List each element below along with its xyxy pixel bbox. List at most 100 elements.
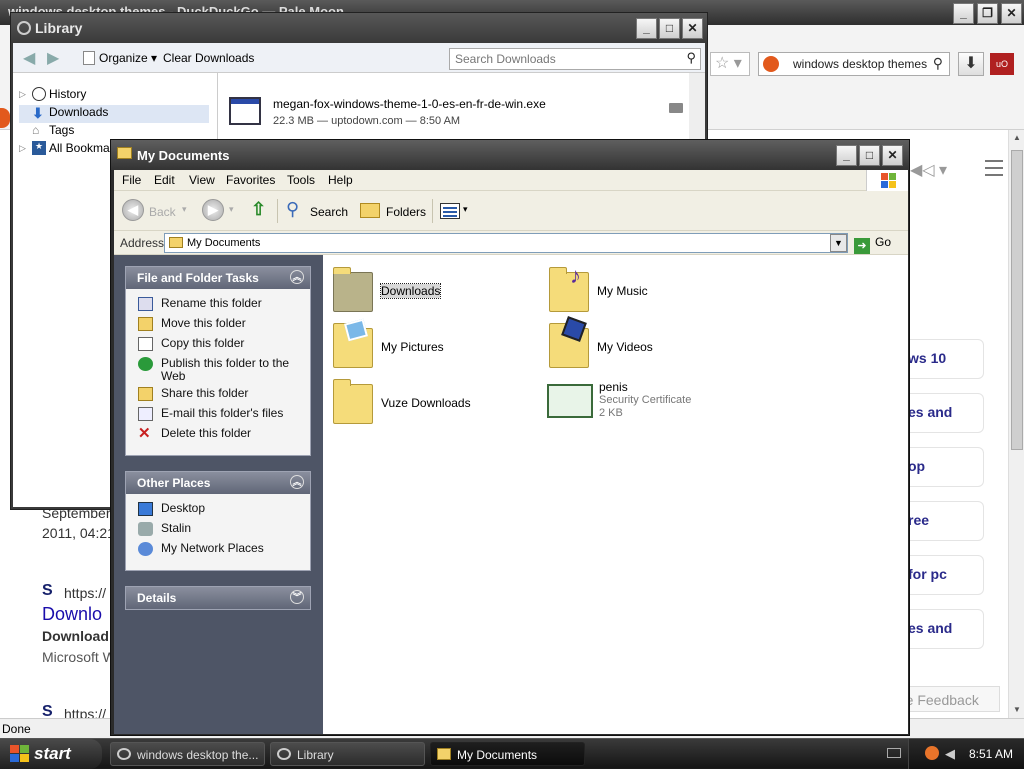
back-dropdown-icon[interactable]: ▾	[182, 204, 187, 215]
tree-item-downloads[interactable]: ⬇ Downloads	[19, 105, 209, 123]
scroll-thumb[interactable]	[1011, 150, 1023, 450]
avast-icon[interactable]	[925, 746, 939, 760]
web-result-card[interactable]: ree	[908, 501, 984, 541]
hamburger-menu-icon[interactable]	[985, 160, 1003, 176]
task-copy-folder[interactable]: Copy this folder	[126, 335, 310, 355]
collapse-chevron-icon[interactable]: ︽	[290, 270, 304, 284]
result-link[interactable]: Downlo	[42, 604, 102, 625]
folders-icon[interactable]	[360, 203, 380, 218]
bookmark-star-icon[interactable]: ☆ ▾	[710, 52, 750, 76]
scroll-down-icon[interactable]: ▼	[1009, 702, 1024, 718]
forward-arrow-icon[interactable]: ▶	[47, 48, 59, 68]
volume-icon[interactable]: ◀	[945, 746, 955, 762]
browser-minimize-button[interactable]: _	[953, 3, 974, 24]
folder-item-my-music[interactable]: ♪ My Music	[549, 263, 759, 320]
expand-chevron-icon[interactable]: ︾	[290, 590, 304, 604]
ublock-icon[interactable]: uO	[990, 53, 1014, 75]
back-arrow-icon[interactable]: ◀	[23, 48, 35, 68]
desktop-icon	[138, 502, 153, 516]
library-search-input[interactable]: Search Downloads ⚲	[449, 48, 701, 70]
place-network[interactable]: My Network Places	[126, 540, 310, 560]
file-item-certificate[interactable]: penis Security Certificate 2 KB	[547, 380, 757, 440]
browser-maximize-button[interactable]: ❐	[977, 3, 998, 24]
taskbar-button-my-documents[interactable]: My Documents	[430, 742, 585, 766]
maximize-button[interactable]: □	[859, 145, 880, 166]
folder-item-vuze-downloads[interactable]: Vuze Downloads	[333, 379, 543, 432]
browser-scrollbar[interactable]: ▲ ▼	[1008, 130, 1024, 718]
download-icon[interactable]: ⬇	[958, 52, 984, 76]
collapse-chevron-icon[interactable]: ︽	[290, 475, 304, 489]
views-icon[interactable]	[440, 203, 460, 219]
details-header[interactable]: Details ︾	[126, 587, 310, 609]
web-result-card[interactable]: es and	[908, 393, 984, 433]
folder-item-downloads[interactable]: Downloads	[333, 267, 543, 320]
address-dropdown-icon[interactable]: ▼	[830, 234, 847, 252]
views-dropdown-icon[interactable]: ▾	[463, 204, 468, 215]
task-move-folder[interactable]: Move this folder	[126, 315, 310, 335]
library-maximize-button[interactable]: □	[659, 18, 680, 39]
address-field[interactable]: My Documents	[164, 233, 848, 253]
library-minimize-button[interactable]: _	[636, 18, 657, 39]
place-desktop[interactable]: Desktop	[126, 500, 310, 520]
other-places-header[interactable]: Other Places ︽	[126, 472, 310, 494]
forward-dropdown-icon[interactable]: ▾	[229, 204, 234, 215]
task-email-files[interactable]: E-mail this folder's files	[126, 405, 310, 425]
menu-file[interactable]: File	[122, 173, 141, 187]
scroll-up-icon[interactable]: ▲	[1009, 130, 1024, 146]
result-url[interactable]: https://	[64, 585, 106, 601]
start-button[interactable]: start	[0, 739, 102, 769]
library-close-button[interactable]: ✕	[682, 18, 703, 39]
pale-moon-icon	[277, 748, 291, 760]
file-folder-tasks-header[interactable]: File and Folder Tasks ︽	[126, 267, 310, 289]
download-item[interactable]: megan-fox-windows-theme-1-0-es-en-fr-de-…	[229, 93, 689, 135]
web-result-card[interactable]: for pc	[908, 555, 984, 595]
task-delete-folder[interactable]: ✕ Delete this folder	[126, 425, 310, 445]
browser-close-button[interactable]: ✕	[1001, 3, 1022, 24]
open-folder-icon[interactable]	[669, 103, 683, 113]
web-result-card[interactable]: ws 10	[908, 339, 984, 379]
keyboard-icon[interactable]	[887, 748, 901, 758]
back-button-label[interactable]: Back	[149, 205, 176, 219]
menu-edit[interactable]: Edit	[154, 173, 175, 187]
folders-button[interactable]: Folders	[386, 205, 426, 219]
task-share-folder[interactable]: Share this folder	[126, 385, 310, 405]
menu-tools[interactable]: Tools	[287, 173, 315, 187]
organize-button[interactable]: Organize ▾	[83, 51, 157, 65]
expand-arrow-icon[interactable]: ▷	[19, 143, 26, 154]
folder-item-my-pictures[interactable]: My Pictures	[333, 318, 543, 376]
go-label: Go	[875, 235, 892, 249]
clear-downloads-button[interactable]: Clear Downloads	[163, 51, 254, 65]
forward-icon[interactable]: ▶	[202, 199, 224, 221]
taskbar-button-library[interactable]: Library	[270, 742, 425, 766]
tree-item-tags[interactable]: ⌂ Tags	[19, 123, 74, 141]
minimize-button[interactable]: _	[836, 145, 857, 166]
menu-view[interactable]: View	[189, 173, 215, 187]
expand-arrow-icon[interactable]: ▷	[19, 89, 26, 100]
folder-icon	[437, 748, 451, 760]
search-icon[interactable]: ⚲	[933, 55, 943, 72]
task-label: E-mail this folder's files	[161, 406, 284, 420]
web-result-card[interactable]: es and	[908, 609, 984, 649]
clock[interactable]: 8:51 AM	[969, 747, 1013, 761]
place-stalin[interactable]: Stalin	[126, 520, 310, 540]
search-button[interactable]: Search	[310, 205, 348, 219]
go-button[interactable]: ➜ Go	[854, 235, 891, 254]
folder-item-my-videos[interactable]: My Videos	[549, 316, 759, 376]
web-result-card[interactable]: op	[908, 447, 984, 487]
my-documents-title-bar[interactable]: My Documents	[111, 140, 909, 170]
start-label: start	[34, 744, 71, 763]
task-publish-web[interactable]: Publish this folder to the Web	[126, 355, 310, 385]
close-button[interactable]: ✕	[882, 145, 903, 166]
up-folder-icon[interactable]: ⇧	[251, 199, 271, 221]
item-size: 2 KB	[599, 407, 623, 419]
taskbar-button-browser[interactable]: windows desktop the...	[110, 742, 265, 766]
menu-favorites[interactable]: Favorites	[226, 173, 275, 187]
back-icon[interactable]: ◀	[122, 199, 144, 221]
browser-search-input[interactable]: windows desktop themes ⚲	[758, 52, 950, 76]
menu-help[interactable]: Help	[328, 173, 353, 187]
search-icon[interactable]: ⚲	[286, 199, 299, 220]
tree-item-history[interactable]: ▷ History	[19, 87, 86, 105]
library-title-bar[interactable]: Library	[11, 13, 707, 43]
panel-title: Other Places	[137, 476, 211, 490]
task-rename-folder[interactable]: Rename this folder	[126, 295, 310, 315]
